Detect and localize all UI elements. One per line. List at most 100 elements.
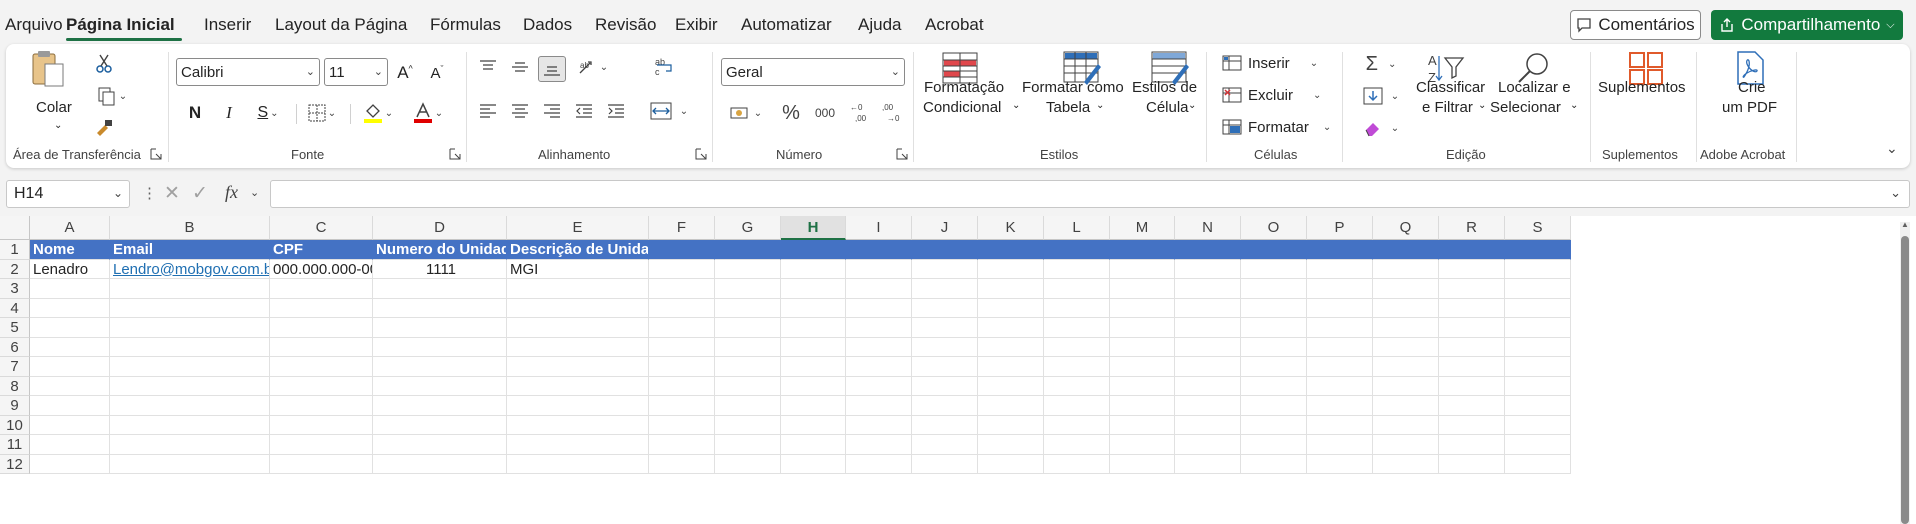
cell-j9[interactable] xyxy=(912,396,978,416)
cell-r4[interactable] xyxy=(1439,298,1505,318)
cell-b5[interactable] xyxy=(110,318,270,338)
cell-f1[interactable] xyxy=(649,240,715,260)
cell-k11[interactable] xyxy=(978,435,1044,455)
cell-a1[interactable]: Nome xyxy=(30,240,110,260)
cell-m1[interactable] xyxy=(1110,240,1175,260)
cell-g1[interactable] xyxy=(715,240,781,260)
cell-j2[interactable] xyxy=(912,259,978,279)
cell-f2[interactable] xyxy=(649,259,715,279)
cell-h4[interactable] xyxy=(781,298,846,318)
cell-i3[interactable] xyxy=(846,279,912,299)
cell-s6[interactable] xyxy=(1505,337,1571,357)
cell-i10[interactable] xyxy=(846,415,912,435)
decrease-indent-button[interactable] xyxy=(570,98,598,124)
formula-input[interactable]: ⌄ xyxy=(270,180,1910,208)
clipboard-launcher-icon[interactable] xyxy=(150,148,162,160)
cell-s11[interactable] xyxy=(1505,435,1571,455)
menu-automatizar[interactable]: Automatizar xyxy=(741,15,832,35)
cell-l10[interactable] xyxy=(1044,415,1110,435)
cell-n8[interactable] xyxy=(1175,376,1241,396)
column-header-k[interactable]: K xyxy=(978,216,1044,240)
increase-indent-button[interactable] xyxy=(602,98,630,124)
cell-d9[interactable] xyxy=(373,396,507,416)
menu-inserir[interactable]: Inserir xyxy=(204,15,251,35)
share-button[interactable]: Compartilhamento ⌵ xyxy=(1711,10,1903,40)
format-painter-button[interactable] xyxy=(92,116,116,140)
cell-j7[interactable] xyxy=(912,357,978,377)
cell-o10[interactable] xyxy=(1241,415,1307,435)
cell-b7[interactable] xyxy=(110,357,270,377)
cell-a12[interactable] xyxy=(30,454,110,474)
insert-function-button[interactable]: fx xyxy=(225,182,238,203)
cell-d5[interactable] xyxy=(373,318,507,338)
cell-m6[interactable] xyxy=(1110,337,1175,357)
cell-g3[interactable] xyxy=(715,279,781,299)
more-options-icon[interactable]: ⋮ xyxy=(142,184,157,202)
cell-c10[interactable] xyxy=(270,415,373,435)
cell-d3[interactable] xyxy=(373,279,507,299)
cell-c4[interactable] xyxy=(270,298,373,318)
cell-a8[interactable] xyxy=(30,376,110,396)
cell-g11[interactable] xyxy=(715,435,781,455)
cell-p8[interactable] xyxy=(1307,376,1373,396)
cell-c7[interactable] xyxy=(270,357,373,377)
cell-l2[interactable] xyxy=(1044,259,1110,279)
cell-a9[interactable] xyxy=(30,396,110,416)
cell-f12[interactable] xyxy=(649,454,715,474)
increase-font-button[interactable]: A^ xyxy=(392,60,418,86)
cell-p1[interactable] xyxy=(1307,240,1373,260)
cell-d4[interactable] xyxy=(373,298,507,318)
ribbon-collapse-icon[interactable]: ⌄ xyxy=(1886,140,1898,157)
cell-o4[interactable] xyxy=(1241,298,1307,318)
cell-l7[interactable] xyxy=(1044,357,1110,377)
font-size-select[interactable]: 11 ⌄ xyxy=(324,58,388,86)
cell-f7[interactable] xyxy=(649,357,715,377)
cell-h5[interactable] xyxy=(781,318,846,338)
cell-b9[interactable] xyxy=(110,396,270,416)
menu-dados[interactable]: Dados xyxy=(523,15,572,35)
row-header-8[interactable]: 8 xyxy=(0,376,30,396)
cell-k7[interactable] xyxy=(978,357,1044,377)
cell-s1[interactable] xyxy=(1505,240,1571,260)
cell-f10[interactable] xyxy=(649,415,715,435)
cell-n10[interactable] xyxy=(1175,415,1241,435)
cell-g7[interactable] xyxy=(715,357,781,377)
cell-r3[interactable] xyxy=(1439,279,1505,299)
cell-i6[interactable] xyxy=(846,337,912,357)
menu-ajuda[interactable]: Ajuda xyxy=(858,15,901,35)
cell-i12[interactable] xyxy=(846,454,912,474)
cell-i5[interactable] xyxy=(846,318,912,338)
column-header-p[interactable]: P xyxy=(1307,216,1373,240)
cell-s7[interactable] xyxy=(1505,357,1571,377)
delete-cells-button[interactable]: Excluir ⌄ xyxy=(1222,84,1334,106)
cell-f9[interactable] xyxy=(649,396,715,416)
cell-b3[interactable] xyxy=(110,279,270,299)
cell-j6[interactable] xyxy=(912,337,978,357)
cell-e12[interactable] xyxy=(507,454,649,474)
align-right-button[interactable] xyxy=(538,98,566,124)
cell-p3[interactable] xyxy=(1307,279,1373,299)
accounting-format-button[interactable]: ⌄ xyxy=(724,100,768,126)
cell-g10[interactable] xyxy=(715,415,781,435)
comma-style-button[interactable]: 000 xyxy=(810,100,840,126)
cell-o9[interactable] xyxy=(1241,396,1307,416)
column-header-n[interactable]: N xyxy=(1175,216,1241,240)
cell-q8[interactable] xyxy=(1373,376,1439,396)
cell-k4[interactable] xyxy=(978,298,1044,318)
menu-exibir[interactable]: Exibir xyxy=(675,15,718,35)
cell-d6[interactable] xyxy=(373,337,507,357)
cell-s5[interactable] xyxy=(1505,318,1571,338)
cell-r1[interactable] xyxy=(1439,240,1505,260)
cell-h10[interactable] xyxy=(781,415,846,435)
cell-f5[interactable] xyxy=(649,318,715,338)
cell-e11[interactable] xyxy=(507,435,649,455)
menu-formulas[interactable]: Fórmulas xyxy=(430,15,501,35)
cell-r2[interactable] xyxy=(1439,259,1505,279)
cell-f11[interactable] xyxy=(649,435,715,455)
cell-o3[interactable] xyxy=(1241,279,1307,299)
cell-k8[interactable] xyxy=(978,376,1044,396)
cell-b6[interactable] xyxy=(110,337,270,357)
merge-center-button[interactable]: ⌄ xyxy=(646,98,692,124)
cell-s9[interactable] xyxy=(1505,396,1571,416)
cell-d1[interactable]: Numero do Unidade xyxy=(373,240,507,260)
